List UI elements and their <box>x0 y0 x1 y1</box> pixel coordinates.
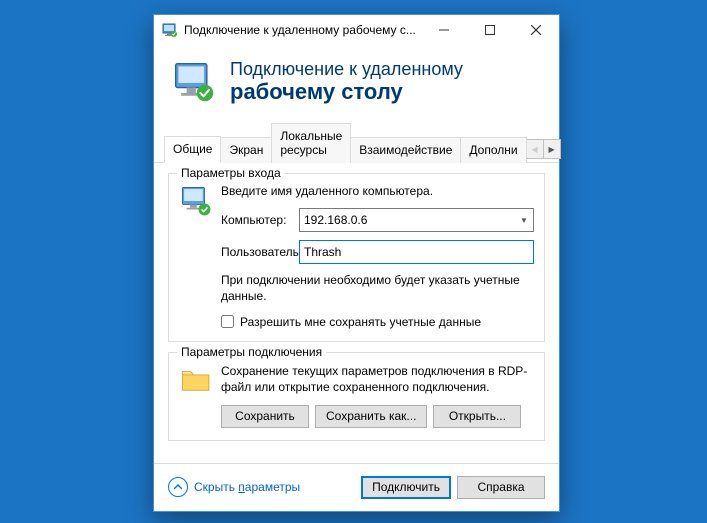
tab-experience[interactable]: Взаимодействие <box>350 137 461 163</box>
close-icon <box>531 25 541 35</box>
save-as-button[interactable]: Сохранить как... <box>315 405 427 428</box>
header: Подключение к удаленному рабочему столу <box>154 45 559 122</box>
save-credentials-label: Разрешить мне сохранять учетные данные <box>240 315 481 329</box>
tab-local-resources[interactable]: Локальные ресурсы <box>271 123 351 163</box>
tabs-scroll-left[interactable]: ◀ <box>526 139 543 159</box>
tabs-scroll: ◀ ▶ <box>526 139 561 162</box>
chevron-left-icon: ◀ <box>532 145 538 154</box>
hide-params-link[interactable]: Скрыть параметры <box>168 477 300 497</box>
computer-combo[interactable]: ▼ <box>299 208 534 232</box>
chevron-down-icon[interactable]: ▼ <box>515 209 533 231</box>
credentials-note: При подключении необходимо будет указать… <box>221 272 534 304</box>
computer-icon <box>179 184 213 218</box>
chevron-up-icon <box>168 477 188 497</box>
connection-desc: Сохранение текущих параметров подключени… <box>221 363 534 395</box>
app-icon <box>162 22 178 38</box>
minimize-icon <box>439 25 449 35</box>
tabs-scroll-right[interactable]: ▶ <box>543 139 561 159</box>
help-button[interactable]: Справка <box>457 476 545 499</box>
user-input[interactable] <box>299 240 534 264</box>
window-title: Подключение к удаленному рабочему с... <box>184 23 421 37</box>
close-button[interactable] <box>513 15 559 45</box>
computer-input[interactable] <box>299 208 534 232</box>
tab-display[interactable]: Экран <box>220 137 272 163</box>
chevron-right-icon: ▶ <box>549 145 555 154</box>
header-line2: рабочему столу <box>230 80 463 104</box>
maximize-button[interactable] <box>467 15 513 45</box>
tab-body: Параметры входа Введите имя удаленного к… <box>154 163 559 463</box>
rdp-header-icon <box>172 60 216 104</box>
tab-advanced[interactable]: Дополни <box>460 137 526 163</box>
rdp-window: Подключение к удаленному рабочему с... П… <box>153 14 560 512</box>
hide-params-label: Скрыть параметры <box>194 480 300 494</box>
connection-group: Параметры подключения Сохранение текущих… <box>168 352 545 441</box>
folder-icon <box>179 363 213 397</box>
open-button[interactable]: Открыть... <box>433 405 521 428</box>
tabs-bar: Общие Экран Локальные ресурсы Взаимодейс… <box>154 122 559 163</box>
maximize-icon <box>485 25 495 35</box>
save-credentials-checkbox[interactable] <box>221 315 234 328</box>
minimize-button[interactable] <box>421 15 467 45</box>
user-label: Пользователь: <box>221 245 299 259</box>
computer-label: Компьютер: <box>221 213 299 227</box>
header-line1: Подключение к удаленному <box>230 59 463 80</box>
connect-button[interactable]: Подключить <box>361 476 451 499</box>
login-group: Параметры входа Введите имя удаленного к… <box>168 173 545 341</box>
tab-general[interactable]: Общие <box>164 136 221 163</box>
footer: Скрыть параметры Подключить Справка <box>154 463 559 511</box>
connection-group-title: Параметры подключения <box>177 345 326 359</box>
login-group-title: Параметры входа <box>177 166 285 180</box>
save-button[interactable]: Сохранить <box>221 405 309 428</box>
titlebar[interactable]: Подключение к удаленному рабочему с... <box>154 15 559 45</box>
login-intro: Введите имя удаленного компьютера. <box>221 184 534 198</box>
